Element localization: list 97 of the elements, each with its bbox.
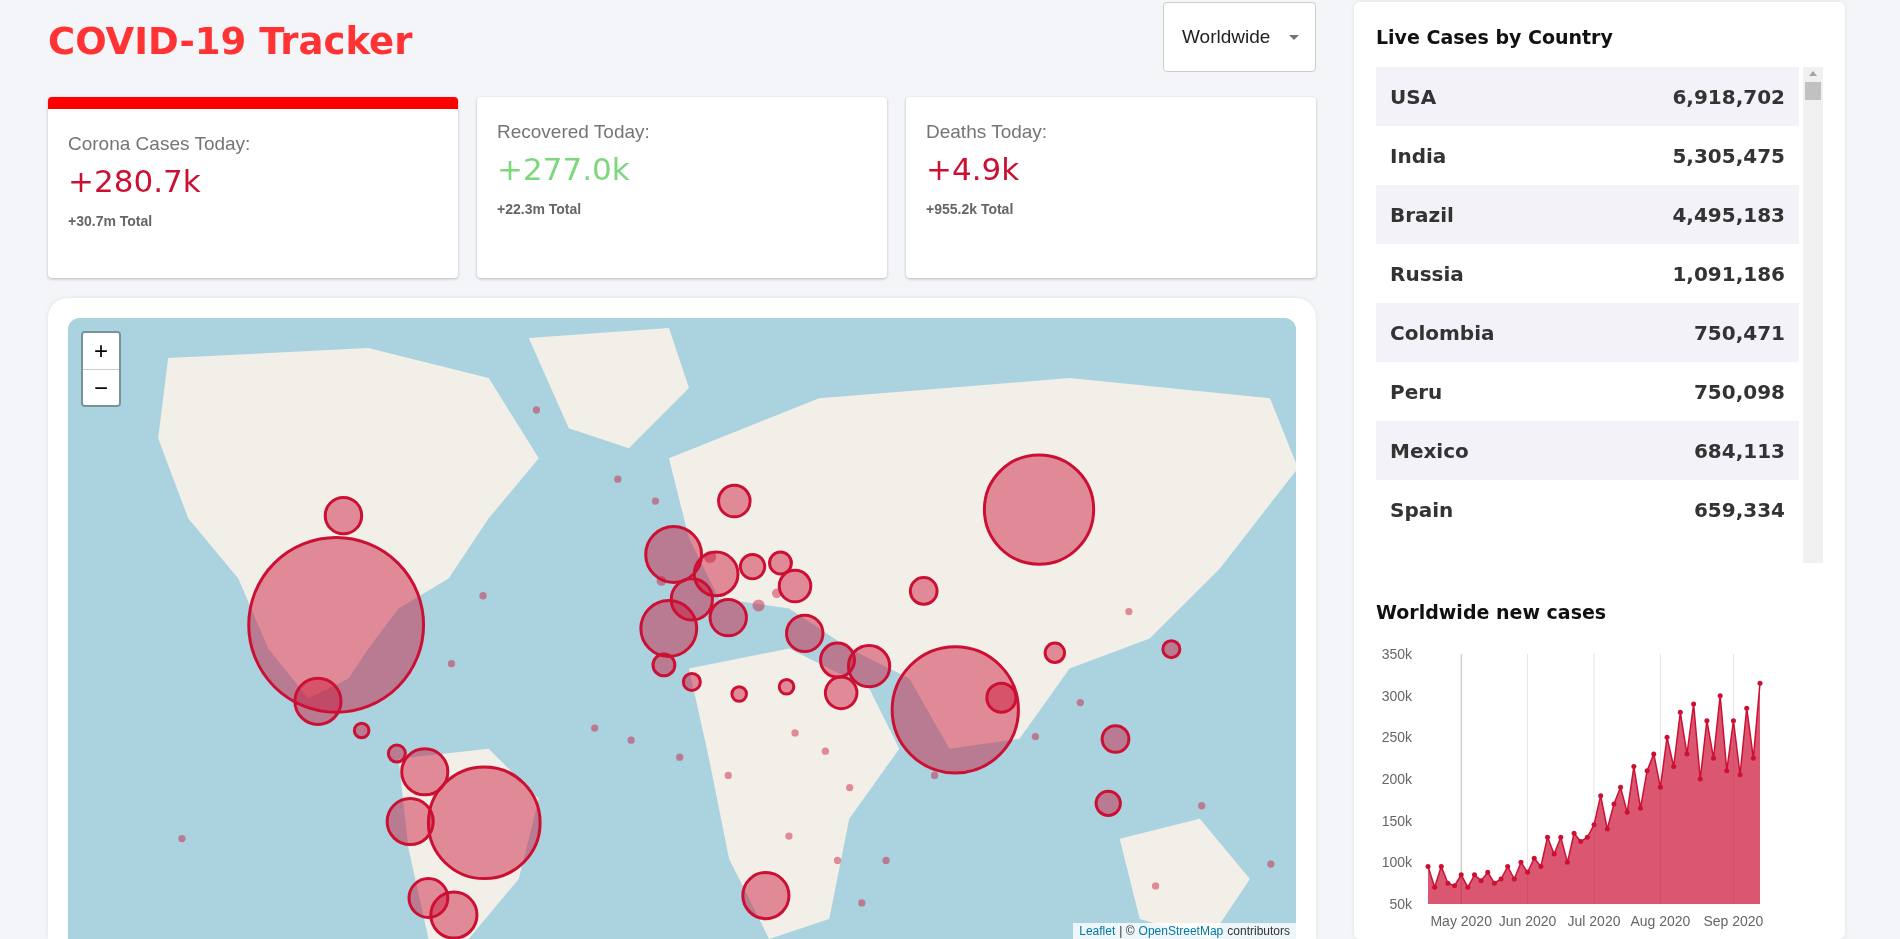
y-tick-label: 350k — [1381, 646, 1412, 662]
data-point — [1704, 718, 1710, 724]
country-name: Russia — [1390, 261, 1464, 286]
data-point — [1730, 718, 1736, 724]
card-total: +30.7m Total — [68, 213, 154, 229]
data-point — [1465, 884, 1471, 890]
data-point — [1538, 864, 1544, 869]
panel-title: Live Cases by Country — [1376, 26, 1614, 48]
y-tick-label: 100k — [1381, 854, 1412, 871]
y-tick-label: 200k — [1381, 771, 1412, 787]
openstreetmap-link[interactable]: OpenStreetMap — [1138, 924, 1224, 938]
country-select[interactable]: Worldwide — [1163, 2, 1316, 72]
country-name: Colombia — [1390, 320, 1495, 345]
country-name: Peru — [1390, 379, 1443, 404]
info-card[interactable]: Corona Cases Today: +280.7k +30.7m Total — [48, 97, 458, 278]
case-count: 1,091,186 — [1672, 261, 1785, 286]
scrollbar-thumb[interactable] — [1805, 82, 1821, 100]
card-title: Recovered Today: — [497, 121, 651, 143]
data-point — [1671, 764, 1677, 769]
case-count: 750,471 — [1693, 320, 1785, 345]
x-tick-label: Aug 2020 — [1630, 913, 1691, 929]
data-point — [1684, 751, 1690, 757]
data-point — [1638, 805, 1643, 811]
case-count: 4,495,183 — [1672, 202, 1785, 227]
data-point — [1518, 859, 1524, 865]
country-name: USA — [1390, 84, 1437, 109]
x-tick-label: Jul 2020 — [1567, 913, 1621, 929]
y-tick-label: 300k — [1381, 687, 1412, 704]
y-tick-label: 50k — [1389, 896, 1412, 912]
data-point — [1657, 784, 1663, 790]
y-tick-label: 150k — [1381, 812, 1412, 829]
y-tick-label: 250k — [1381, 729, 1412, 746]
data-point — [1717, 693, 1723, 699]
data-point — [1611, 801, 1617, 807]
info-card[interactable]: Deaths Today: +4.9k +955.2k Total — [906, 97, 1316, 278]
attribution-separator: | © — [1119, 924, 1135, 938]
card-total: +955.2k Total — [926, 201, 1015, 217]
data-point — [1564, 859, 1570, 865]
x-tick-label: Sep 2020 — [1703, 913, 1764, 929]
data-point — [1750, 755, 1756, 761]
data-point — [1458, 872, 1464, 878]
zoom-in-button[interactable]: + — [83, 333, 119, 369]
country-name: India — [1390, 143, 1447, 168]
data-point — [1618, 784, 1624, 790]
data-point — [1664, 734, 1670, 740]
country-name: Brazil — [1390, 202, 1454, 227]
data-point — [1551, 851, 1557, 857]
data-point — [1525, 869, 1531, 875]
data-point — [1691, 701, 1697, 707]
data-point — [1737, 772, 1743, 778]
scrollbar[interactable] — [1803, 67, 1823, 563]
data-point — [1604, 826, 1610, 832]
country-name: Mexico — [1390, 438, 1469, 463]
card-value: +280.7k — [68, 163, 202, 199]
data-point — [1598, 793, 1604, 799]
case-count: 750,098 — [1693, 379, 1785, 404]
data-point — [1744, 705, 1750, 711]
data-point — [1651, 751, 1657, 757]
data-point — [1624, 809, 1630, 815]
data-point — [1644, 768, 1650, 774]
info-card[interactable]: Recovered Today: +277.0k +22.3m Total — [477, 97, 887, 278]
card-value: +277.0k — [497, 151, 631, 187]
data-point — [1505, 864, 1511, 869]
card-total: +22.3m Total — [497, 201, 583, 217]
card-value: +4.9k — [926, 151, 1021, 187]
data-point — [1438, 864, 1444, 869]
data-point — [1677, 709, 1683, 715]
data-point — [1485, 869, 1491, 875]
data-point — [1591, 822, 1597, 828]
case-count: 659,334 — [1693, 497, 1785, 522]
card-title: Deaths Today: — [926, 121, 1049, 143]
x-tick-label: Jun 2020 — [1498, 913, 1557, 929]
data-point — [1724, 768, 1730, 774]
chart-title: Worldwide new cases — [1376, 601, 1608, 623]
case-count: 684,113 — [1693, 438, 1785, 463]
data-point — [1432, 884, 1438, 890]
data-point — [1558, 834, 1564, 840]
case-count: 6,918,702 — [1672, 84, 1785, 109]
data-point — [1631, 764, 1637, 769]
data-point — [1511, 876, 1517, 882]
data-point — [1757, 680, 1763, 686]
data-point — [1571, 830, 1577, 836]
attribution-text: contributors — [1227, 924, 1290, 938]
scroll-up-arrow-icon[interactable] — [1809, 71, 1817, 76]
x-tick-label: May 2020 — [1430, 913, 1492, 929]
country-name: Spain — [1390, 497, 1454, 522]
card-title: Corona Cases Today: — [68, 133, 252, 155]
data-point — [1531, 855, 1537, 861]
zoom-out-button[interactable]: − — [83, 369, 119, 405]
case-count: 5,305,475 — [1672, 143, 1785, 168]
app-title: COVID-19 Tracker — [48, 20, 413, 63]
data-point — [1545, 834, 1550, 840]
leaflet-link[interactable]: Leaflet — [1079, 924, 1116, 938]
data-point — [1425, 864, 1431, 869]
data-point — [1697, 776, 1703, 782]
data-point — [1711, 755, 1716, 761]
caret-icon — [1289, 34, 1299, 40]
